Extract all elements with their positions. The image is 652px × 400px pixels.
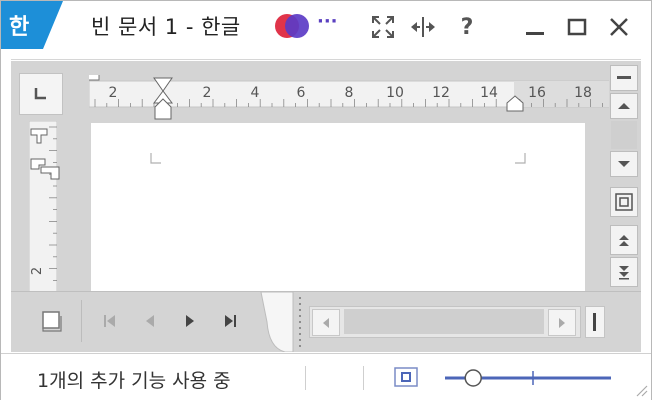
ruler-toggle-button[interactable] — [610, 65, 638, 91]
horizontal-scrollbar[interactable] — [309, 306, 581, 338]
hangul-window: 한 빈 문서 1 - 한글 ··· ? 2 2 4 6 8 10 12 14 1… — [0, 0, 652, 400]
extensions-status[interactable]: 1개의 추가 기능 사용 중 — [37, 366, 231, 393]
first-page-icon[interactable] — [97, 308, 123, 334]
zoom-slider[interactable] — [445, 366, 615, 390]
horizontal-scroll-thumb[interactable] — [344, 309, 544, 334]
resize-grip-icon[interactable] — [633, 382, 649, 398]
ruler-tick-label: 2 — [203, 85, 212, 101]
scroll-right-icon[interactable] — [548, 309, 576, 336]
page-view-icon[interactable] — [610, 187, 638, 217]
next-tab-icon[interactable] — [177, 308, 203, 334]
page-navigation-bar — [11, 291, 641, 352]
close-icon[interactable] — [605, 13, 633, 41]
window-title: 빈 문서 1 - 한글 — [91, 15, 241, 39]
scroll-down-icon[interactable] — [610, 151, 638, 177]
previous-tab-icon[interactable] — [137, 308, 163, 334]
vertical-ruler-tick-label: 2 — [30, 267, 45, 275]
ruler-tick-label: 6 — [297, 85, 306, 101]
ruler-tick-label: 4 — [251, 85, 260, 101]
right-indent-marker[interactable] — [505, 95, 525, 113]
more-options-button[interactable]: ··· — [317, 11, 338, 32]
full-screen-icon[interactable] — [369, 13, 397, 41]
fit-width-icon[interactable] — [409, 13, 437, 41]
tab-type-selector[interactable] — [19, 73, 63, 115]
previous-page-icon[interactable] — [610, 225, 638, 255]
next-page-icon[interactable] — [610, 257, 638, 287]
new-tab-icon[interactable] — [39, 308, 65, 334]
title-bar: 한 빈 문서 1 - 한글 ··· ? — [1, 1, 651, 59]
last-page-icon[interactable] — [217, 308, 243, 334]
split-view-button[interactable] — [585, 306, 605, 338]
minimize-icon[interactable] — [521, 13, 549, 41]
status-bar: 1개의 추가 기능 사용 중 — [1, 353, 651, 400]
view-mode-icon[interactable] — [393, 366, 419, 388]
ruler-tick-label: 8 — [345, 85, 354, 101]
scroll-up-icon[interactable] — [610, 93, 638, 119]
indent-marker[interactable] — [153, 77, 173, 123]
vertical-scroll-thumb[interactable] — [611, 121, 637, 149]
editor-area: 224681012141618 24 — [11, 61, 641, 352]
ruler-tick-label: 10 — [386, 85, 404, 101]
vertical-scrollbar[interactable] — [609, 61, 641, 289]
ruler-tick-label: 16 — [528, 85, 546, 101]
maximize-icon[interactable] — [563, 13, 591, 41]
hangul-app-icon[interactable]: 한 — [1, 1, 63, 49]
ruler-tick-label: 18 — [574, 85, 592, 101]
vertical-margin-marker[interactable] — [29, 127, 63, 183]
document-tab[interactable] — [257, 292, 297, 352]
app-logo-char: 한 — [9, 15, 30, 40]
collaboration-icon[interactable] — [275, 13, 309, 39]
help-icon[interactable]: ? — [453, 13, 481, 41]
ruler-tick-label: 2 — [109, 85, 118, 101]
ruler-tick-label: 14 — [480, 85, 498, 101]
scroll-left-icon[interactable] — [312, 309, 340, 336]
ruler-tick-label: 12 — [432, 85, 450, 101]
splitter-handle[interactable] — [298, 294, 304, 350]
title-separator — [11, 59, 641, 60]
